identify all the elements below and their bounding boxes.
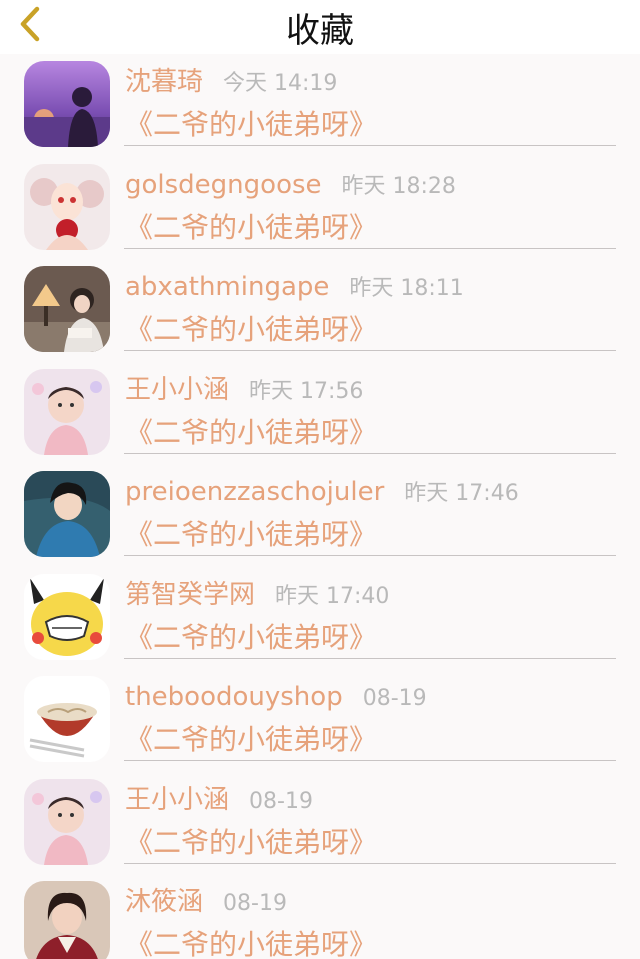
list-item[interactable]: theboodouyshop 08-19 《二爷的小徒弟呀》 bbox=[0, 669, 640, 772]
username[interactable]: 第智癸学网 bbox=[125, 576, 255, 614]
divider bbox=[124, 862, 616, 864]
timestamp: 今天 14:19 bbox=[223, 71, 338, 96]
divider bbox=[124, 555, 616, 556]
avatar[interactable] bbox=[24, 881, 110, 959]
avatar-image bbox=[24, 778, 110, 865]
book-title[interactable]: 《二爷的小徒弟呀》 bbox=[125, 311, 377, 349]
avatar-image bbox=[24, 163, 110, 250]
avatar-image bbox=[24, 573, 110, 660]
book-title[interactable]: 《二爷的小徒弟呀》 bbox=[125, 209, 377, 247]
page-title: 收藏 bbox=[286, 11, 354, 51]
book-title[interactable]: 《二爷的小徒弟呀》 bbox=[125, 721, 377, 759]
avatar[interactable] bbox=[24, 368, 110, 455]
avatar[interactable] bbox=[24, 163, 110, 250]
timestamp: 昨天 17:56 bbox=[249, 378, 364, 404]
timestamp: 08-19 bbox=[249, 788, 313, 814]
username[interactable]: theboodouyshop bbox=[125, 678, 343, 716]
timestamp: 昨天 18:28 bbox=[341, 173, 456, 199]
timestamp: 昨天 17:46 bbox=[404, 481, 519, 506]
avatar[interactable] bbox=[24, 676, 110, 762]
timestamp: 08-19 bbox=[362, 686, 427, 711]
list-item[interactable]: golsdegngoose 昨天 18:28 《二爷的小徒弟呀》 bbox=[0, 157, 640, 260]
username[interactable]: preioenzzaschojuler bbox=[125, 473, 384, 511]
list-item[interactable]: 王小小涵 昨天 17:56 《二爷的小徒弟呀》 bbox=[0, 362, 640, 465]
book-title[interactable]: 《二爷的小徒弟呀》 bbox=[125, 414, 377, 452]
book-title[interactable]: 《二爷的小徒弟呀》 bbox=[125, 824, 377, 862]
username[interactable]: abxathmingape bbox=[125, 268, 329, 306]
book-title[interactable]: 《二爷的小徒弟呀》 bbox=[125, 619, 377, 657]
timestamp: 昨天 18:11 bbox=[349, 276, 464, 301]
avatar-image bbox=[24, 266, 110, 352]
divider bbox=[124, 247, 616, 249]
username[interactable]: 沈暮琦 bbox=[125, 63, 203, 101]
username[interactable]: 王小小涵 bbox=[125, 781, 229, 819]
list-item[interactable]: abxathmingape 昨天 18:11 《二爷的小徒弟呀》 bbox=[0, 259, 640, 362]
avatar[interactable] bbox=[24, 61, 110, 147]
list-item[interactable]: 王小小涵 08-19 《二爷的小徒弟呀》 bbox=[0, 772, 640, 875]
username[interactable]: 王小小涵 bbox=[125, 371, 229, 409]
avatar-image bbox=[24, 471, 110, 557]
timestamp: 08-19 bbox=[223, 891, 287, 916]
username[interactable]: golsdegngoose bbox=[125, 166, 322, 204]
avatar[interactable] bbox=[24, 266, 110, 352]
list-item[interactable]: 沈暮琦 今天 14:19 《二爷的小徒弟呀》 bbox=[0, 54, 640, 157]
book-title[interactable]: 《二爷的小徒弟呀》 bbox=[125, 106, 377, 144]
list-item[interactable]: 沐筱涵 08-19 《二爷的小徒弟呀》 bbox=[0, 874, 640, 959]
avatar-image bbox=[24, 676, 110, 762]
divider bbox=[124, 145, 616, 146]
avatar[interactable] bbox=[24, 573, 110, 660]
book-title[interactable]: 《二爷的小徒弟呀》 bbox=[125, 926, 377, 959]
divider bbox=[124, 350, 616, 351]
navigation-bar: 收藏 bbox=[0, 0, 640, 54]
avatar[interactable] bbox=[24, 778, 110, 865]
divider bbox=[124, 657, 616, 659]
list-item[interactable]: 第智癸学网 昨天 17:40 《二爷的小徒弟呀》 bbox=[0, 567, 640, 670]
list-item[interactable]: preioenzzaschojuler 昨天 17:46 《二爷的小徒弟呀》 bbox=[0, 464, 640, 567]
book-title[interactable]: 《二爷的小徒弟呀》 bbox=[125, 516, 377, 554]
username[interactable]: 沐筱涵 bbox=[125, 883, 203, 921]
favorites-list: 沈暮琦 今天 14:19 《二爷的小徒弟呀》 golsdegngoose 昨天 18… bbox=[0, 54, 640, 959]
divider bbox=[124, 760, 616, 761]
timestamp: 昨天 17:40 bbox=[275, 583, 390, 609]
divider bbox=[124, 452, 616, 454]
avatar-image bbox=[24, 61, 110, 147]
avatar[interactable] bbox=[24, 471, 110, 557]
avatar-image bbox=[24, 368, 110, 455]
avatar-image bbox=[24, 881, 110, 959]
